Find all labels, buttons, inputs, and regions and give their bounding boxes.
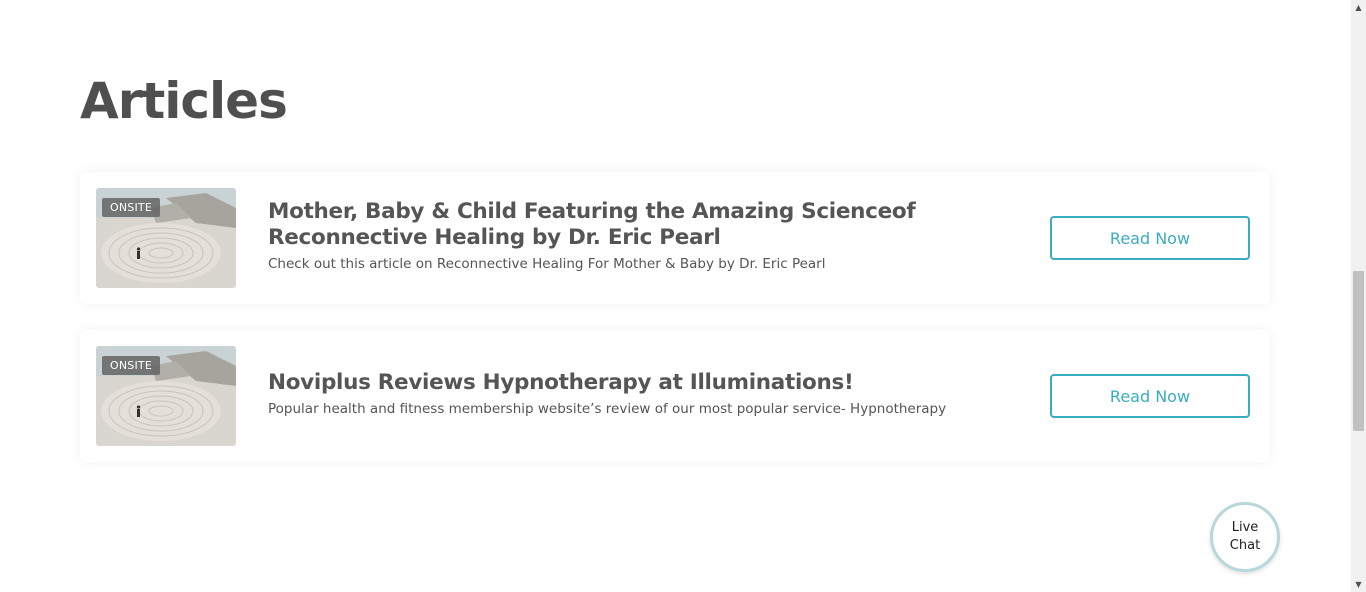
article-title[interactable]: Mother, Baby & Child Featuring the Amazi…: [268, 199, 968, 251]
vertical-scrollbar[interactable]: ▲ ▼: [1351, 0, 1366, 592]
live-chat-button[interactable]: Live Chat: [1210, 502, 1280, 572]
triangle-up-icon[interactable]: ▲: [1351, 0, 1366, 15]
triangle-down-icon[interactable]: ▼: [1351, 577, 1366, 592]
article-badge: ONSITE: [102, 356, 160, 375]
scrollbar-thumb[interactable]: [1353, 271, 1364, 431]
page: Articles ONSITE Mother, Baby & Child Fea…: [0, 0, 1351, 592]
read-now-button[interactable]: Read Now: [1050, 374, 1250, 418]
live-chat-label-line2: Chat: [1229, 538, 1261, 553]
article-description: Check out this article on Reconnective H…: [268, 256, 826, 272]
article-thumbnail[interactable]: ONSITE: [96, 188, 236, 288]
article-description: Popular health and fitness membership we…: [268, 401, 947, 417]
read-now-button[interactable]: Read Now: [1050, 216, 1250, 260]
section-heading: Articles: [80, 72, 288, 130]
article-badge: ONSITE: [102, 198, 160, 217]
live-chat-label-line1: Live: [1231, 520, 1259, 535]
article-thumbnail[interactable]: ONSITE: [96, 346, 236, 446]
article-title[interactable]: Noviplus Reviews Hypnotherapy at Illumin…: [268, 370, 968, 396]
article-card: ONSITE Noviplus Reviews Hypnotherapy at …: [80, 330, 1270, 462]
article-card: ONSITE Mother, Baby & Child Featuring th…: [80, 172, 1270, 304]
